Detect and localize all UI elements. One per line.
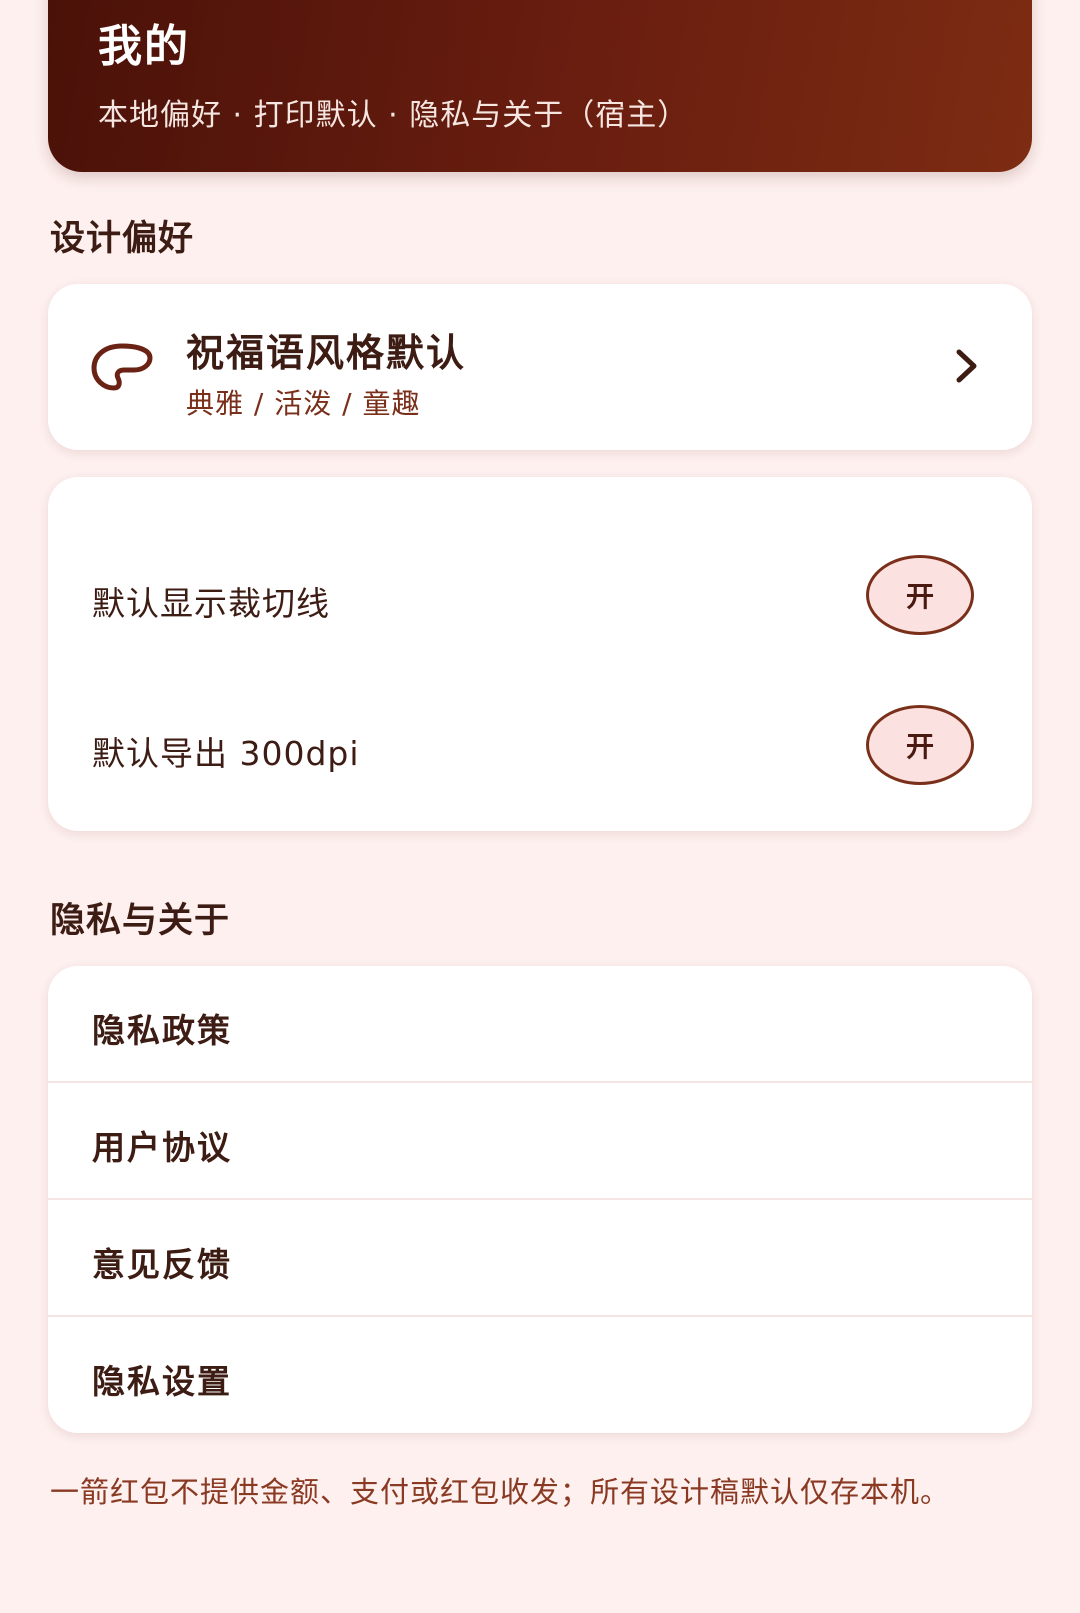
feedback-label: 意见反馈 bbox=[92, 1245, 232, 1284]
section-title-privacy: 隐私与关于 bbox=[50, 901, 231, 941]
crop-lines-label: 默认显示裁切线 bbox=[92, 584, 330, 623]
section-title-design: 设计偏好 bbox=[50, 219, 195, 259]
palette-icon bbox=[91, 343, 153, 391]
footer-disclaimer: 一箭红包不提供金额、支付或红包收发；所有设计稿默认仅存本机。 bbox=[50, 1475, 951, 1509]
page-title: 我的 bbox=[98, 21, 190, 72]
blessing-style-card[interactable]: 祝福语风格默认 典雅 / 活泼 / 童趣 bbox=[48, 284, 1032, 450]
privacy-about-list: 隐私政策 用户协议 意见反馈 隐私设置 bbox=[48, 966, 1032, 1433]
privacy-policy-label: 隐私政策 bbox=[92, 1011, 232, 1050]
crop-lines-toggle[interactable]: 开 bbox=[866, 555, 974, 635]
list-item-privacy-policy[interactable]: 隐私政策 bbox=[48, 966, 1032, 1083]
toggle-row-export-dpi: 默认导出 300dpi 开 bbox=[48, 689, 1032, 809]
blessing-style-options: 典雅 / 活泼 / 童趣 bbox=[186, 387, 421, 420]
chevron-right-icon bbox=[956, 349, 977, 383]
page-subtitle: 本地偏好 · 打印默认 · 隐私与关于（宿主） bbox=[98, 98, 689, 133]
export-dpi-label: 默认导出 300dpi bbox=[92, 734, 360, 773]
user-agreement-label: 用户协议 bbox=[92, 1128, 232, 1167]
list-item-privacy-settings[interactable]: 隐私设置 bbox=[48, 1317, 1032, 1433]
privacy-settings-label: 隐私设置 bbox=[92, 1362, 232, 1401]
list-item-user-agreement[interactable]: 用户协议 bbox=[48, 1083, 1032, 1200]
list-item-feedback[interactable]: 意见反馈 bbox=[48, 1200, 1032, 1317]
header-banner: 我的 本地偏好 · 打印默认 · 隐私与关于（宿主） bbox=[48, 0, 1032, 172]
toggle-row-crop-lines: 默认显示裁切线 开 bbox=[48, 539, 1032, 659]
default-toggles-card: 默认显示裁切线 开 默认导出 300dpi 开 bbox=[48, 477, 1032, 831]
blessing-style-title: 祝福语风格默认 bbox=[186, 331, 467, 375]
export-dpi-toggle[interactable]: 开 bbox=[866, 705, 974, 785]
